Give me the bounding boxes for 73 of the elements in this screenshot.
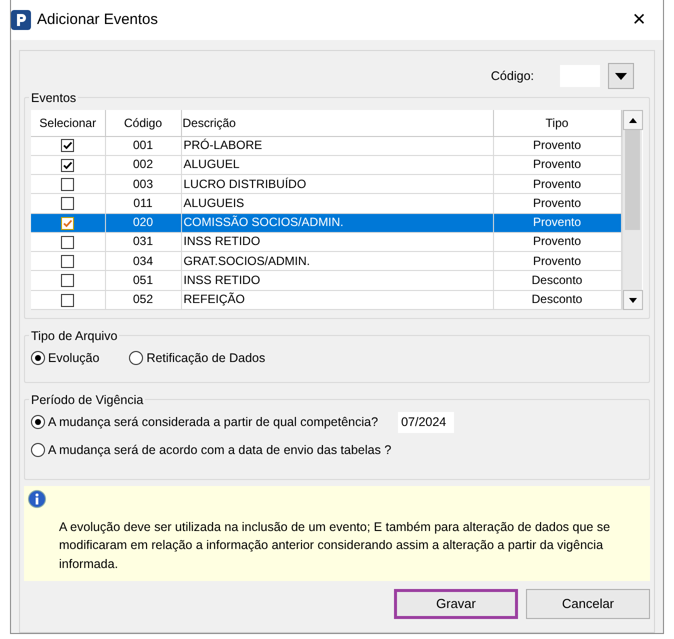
table-cell: REFEIÇÃO — [181, 290, 493, 310]
scroll-thumb[interactable] — [624, 130, 640, 230]
table-cell: 051 — [105, 270, 181, 290]
table-cell: ALUGUEL — [181, 155, 493, 175]
info-icon — [28, 490, 46, 508]
scroll-down-button[interactable] — [622, 290, 642, 310]
table-row[interactable]: 003 LUCRO DISTRIBUÍDO Provento — [31, 174, 621, 194]
column-header[interactable]: Código — [105, 110, 181, 136]
table-cell: 003 — [105, 174, 181, 194]
table-cell: 031 — [105, 232, 181, 252]
radio-button[interactable] — [31, 442, 45, 457]
checkbox[interactable] — [61, 274, 74, 288]
table-cell: Desconto — [493, 270, 621, 290]
table-cell: 052 — [105, 290, 181, 310]
table-row[interactable]: 034 GRAT.SOCIOS/ADMIN. Provento — [31, 252, 621, 271]
column-header[interactable]: Descrição — [181, 110, 493, 136]
checkbox[interactable] — [61, 197, 74, 210]
table-cell: Provento — [493, 155, 621, 175]
radio-button[interactable] — [31, 415, 45, 430]
radio-option[interactable]: Evolução — [31, 349, 100, 368]
checkbox[interactable] — [61, 158, 74, 172]
dialog-button[interactable]: Cancelar — [526, 588, 650, 619]
table-row[interactable]: 031 INSS RETIDO Provento — [31, 232, 621, 252]
table-cell: Provento — [493, 232, 621, 252]
table-cell: 034 — [105, 252, 181, 271]
table-row[interactable]: 052 REFEIÇÃO Desconto — [31, 290, 621, 310]
table-row[interactable]: 051 INSS RETIDO Desconto — [31, 270, 621, 290]
down-arrow-icon — [628, 298, 636, 302]
table-cell: PRÓ-LABORE — [181, 136, 493, 156]
table-cell: INSS RETIDO — [181, 232, 493, 252]
table-cell: 002 — [105, 155, 181, 175]
table-cell: ALUGUEIS — [181, 194, 493, 214]
dialog-button[interactable]: Gravar — [394, 588, 518, 619]
close-button[interactable]: ✕ — [615, 0, 663, 40]
scroll-up-button[interactable] — [622, 110, 642, 130]
table-cell: Provento — [493, 252, 621, 271]
up-arrow-icon — [628, 118, 636, 122]
scrollbar[interactable] — [622, 110, 642, 310]
table-cell: LUCRO DISTRIBUÍDO — [181, 174, 493, 194]
date-field[interactable]: 07/2024 — [398, 412, 454, 432]
info-text: A evolução deve ser utilizada na inclusão de um evento; E também para alteração de dados que se modificaram em relação a informação anterior considerando assim a alteração a partir da vigência informada. — [58, 519, 612, 572]
codigo-label: Código: — [490, 68, 534, 85]
table-cell: Provento — [493, 213, 621, 232]
column-header[interactable]: Selecionar — [31, 110, 105, 136]
table-row[interactable]: 001 PRÓ-LABORE Provento — [31, 136, 621, 156]
table-cell: Desconto — [493, 290, 621, 310]
window-title: Adicionar Eventos — [37, 10, 158, 30]
checkbox[interactable] — [61, 178, 74, 191]
dropdown-button[interactable] — [608, 63, 634, 89]
table-cell: GRAT.SOCIOS/ADMIN. — [181, 252, 493, 271]
table-cell: Provento — [493, 174, 621, 194]
table-cell: 001 — [105, 136, 181, 156]
column-header[interactable]: Tipo — [493, 110, 621, 136]
checkbox[interactable] — [61, 294, 74, 307]
radio-option[interactable]: A mudança será considerada a partir de qual competência? — [31, 412, 378, 432]
table-cell: INSS RETIDO — [181, 270, 493, 290]
radio-button[interactable] — [31, 351, 45, 366]
table-row[interactable]: 011 ALUGUEIS Provento — [31, 194, 621, 214]
checkbox[interactable] — [61, 236, 74, 249]
table-cell: Provento — [493, 194, 621, 214]
table-cell: Provento — [493, 136, 621, 156]
radio-option[interactable]: A mudança será de acordo com a data de envio das tabelas ? — [31, 440, 392, 460]
table-row[interactable]: 002 ALUGUEL Provento — [31, 155, 621, 175]
checkbox[interactable] — [61, 255, 74, 268]
radio-button[interactable] — [129, 351, 144, 366]
table-row[interactable]: 020 COMISSÃO SOCIOS/ADMIN. Provento — [31, 213, 621, 232]
radio-option[interactable]: Retificação de Dados — [129, 349, 266, 368]
table-cell: 011 — [105, 194, 181, 214]
caret-icon — [615, 72, 627, 80]
checkbox[interactable] — [61, 139, 74, 152]
checkbox[interactable] — [61, 216, 74, 230]
table-cell: COMISSÃO SOCIOS/ADMIN. — [181, 213, 493, 232]
table-cell: 020 — [105, 213, 181, 232]
